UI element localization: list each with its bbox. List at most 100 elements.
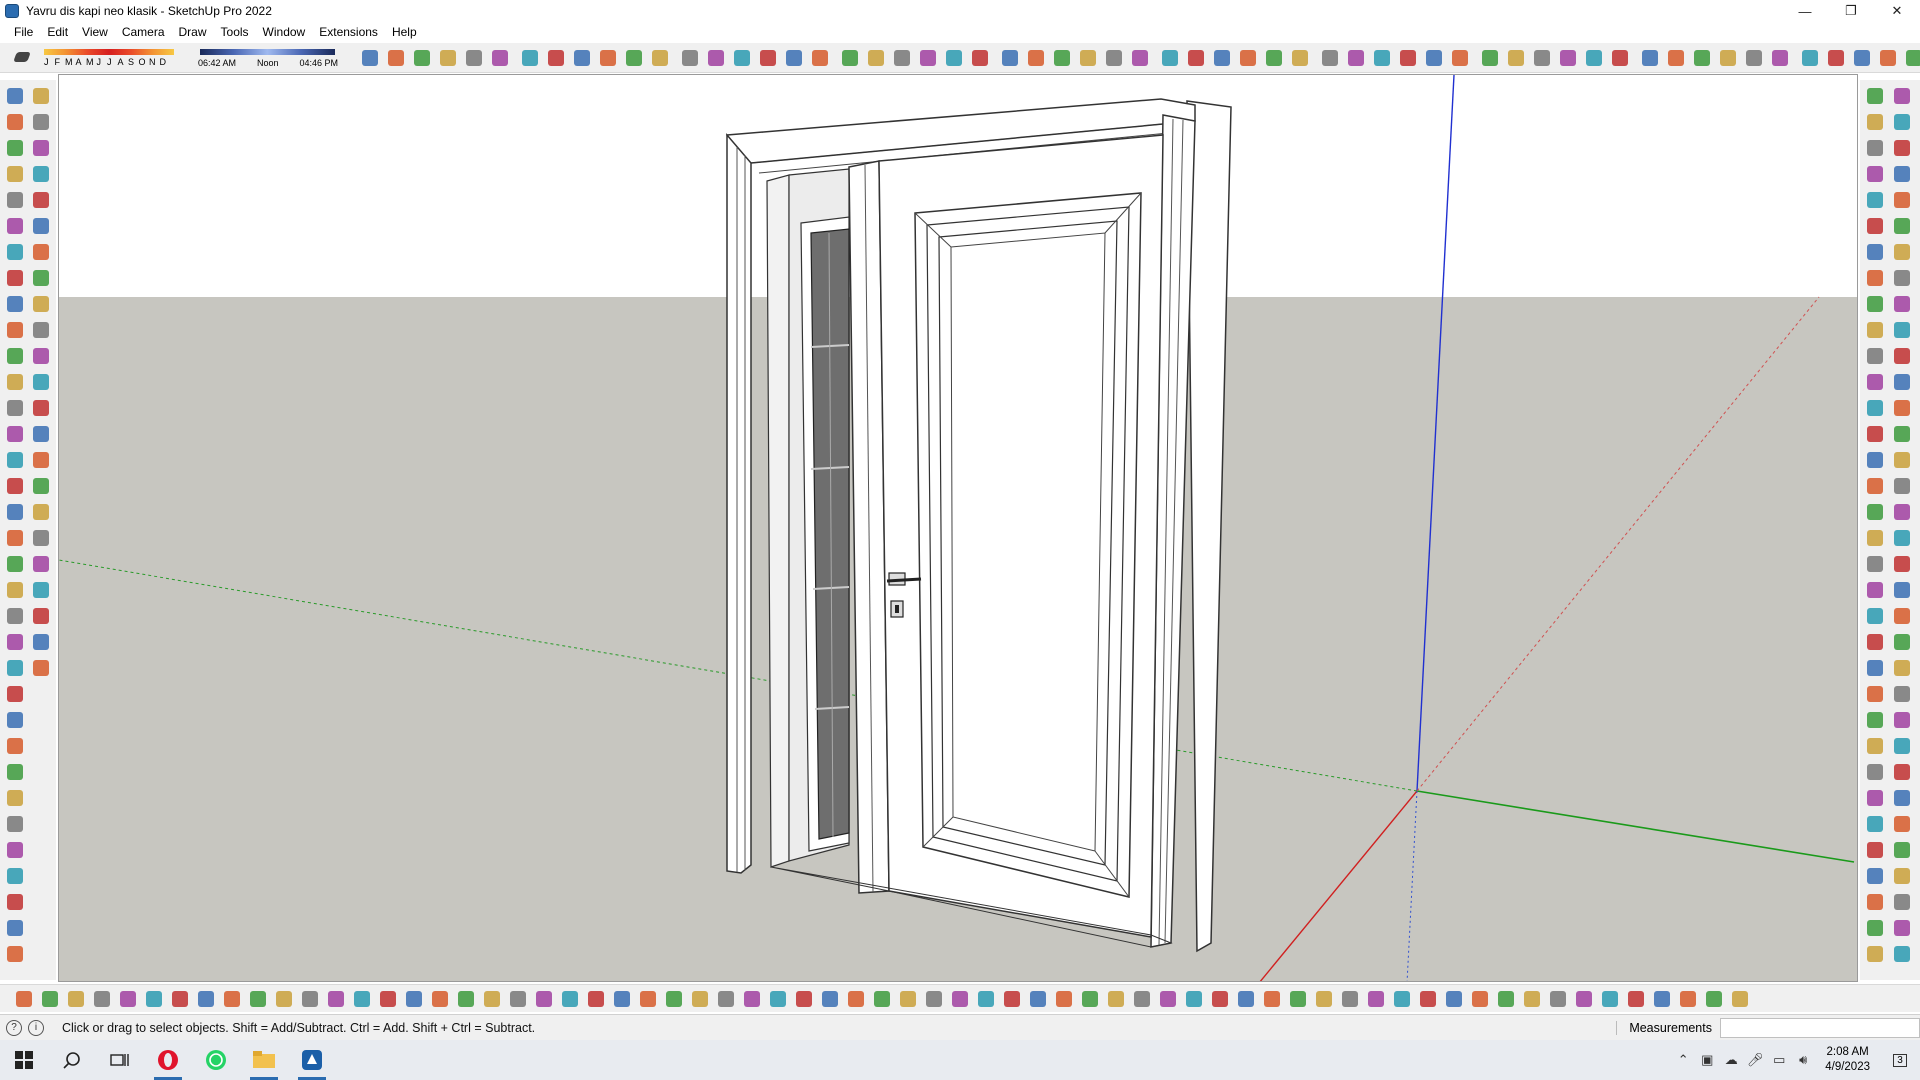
left-tool-3-a-icon[interactable] <box>5 164 25 184</box>
left-tool-14-a-icon[interactable] <box>5 450 25 470</box>
top-tool-13-icon[interactable] <box>706 48 726 68</box>
top-tool-5-icon[interactable] <box>490 48 510 68</box>
left-tool-11-b-icon[interactable] <box>31 372 51 392</box>
maximize-button[interactable]: ❐ <box>1828 0 1874 22</box>
bottom-tool-32-icon[interactable] <box>846 989 866 1009</box>
bottom-tool-58-icon[interactable] <box>1522 989 1542 1009</box>
bottom-tool-47-icon[interactable] <box>1236 989 1256 1009</box>
right-tool-24-b-icon[interactable] <box>1892 710 1912 730</box>
top-tool-48-icon[interactable] <box>1640 48 1660 68</box>
right-tool-14-b-icon[interactable] <box>1892 450 1912 470</box>
right-tool-4-b-icon[interactable] <box>1892 190 1912 210</box>
month-slider[interactable] <box>44 49 174 55</box>
top-tool-26-icon[interactable] <box>1052 48 1072 68</box>
geolocation-icon[interactable]: ? <box>6 1019 22 1036</box>
right-tool-13-a-icon[interactable] <box>1865 424 1885 444</box>
left-tool-26-a-icon[interactable] <box>5 762 25 782</box>
bottom-tool-16-icon[interactable] <box>430 989 450 1009</box>
bottom-tool-13-icon[interactable] <box>352 989 372 1009</box>
left-tool-19-a-icon[interactable] <box>5 580 25 600</box>
cloud-icon[interactable]: ☁ <box>1719 1040 1743 1080</box>
right-tool-33-b-icon[interactable] <box>1892 944 1912 964</box>
top-tool-21-icon[interactable] <box>918 48 938 68</box>
bottom-tool-57-icon[interactable] <box>1496 989 1516 1009</box>
bottom-tool-11-icon[interactable] <box>300 989 320 1009</box>
top-tool-37-icon[interactable] <box>1346 48 1366 68</box>
right-tool-15-b-icon[interactable] <box>1892 476 1912 496</box>
top-tool-6-icon[interactable] <box>520 48 540 68</box>
close-button[interactable]: ✕ <box>1874 0 1920 22</box>
right-tool-5-b-icon[interactable] <box>1892 216 1912 236</box>
left-tool-18-a-icon[interactable] <box>5 554 25 574</box>
top-tool-51-icon[interactable] <box>1718 48 1738 68</box>
left-tool-3-b-icon[interactable] <box>31 164 51 184</box>
left-tool-15-a-icon[interactable] <box>5 476 25 496</box>
right-tool-24-a-icon[interactable] <box>1865 710 1885 730</box>
right-tool-27-b-icon[interactable] <box>1892 788 1912 808</box>
right-tool-2-b-icon[interactable] <box>1892 138 1912 158</box>
right-tool-19-b-icon[interactable] <box>1892 580 1912 600</box>
right-tool-0-a-icon[interactable] <box>1865 86 1885 106</box>
top-tool-39-icon[interactable] <box>1398 48 1418 68</box>
top-tool-24-icon[interactable] <box>1000 48 1020 68</box>
right-tool-25-a-icon[interactable] <box>1865 736 1885 756</box>
left-tool-2-a-icon[interactable] <box>5 138 25 158</box>
top-tool-8-icon[interactable] <box>572 48 592 68</box>
bottom-tool-21-icon[interactable] <box>560 989 580 1009</box>
bottom-tool-45-icon[interactable] <box>1184 989 1204 1009</box>
menu-file[interactable]: File <box>7 22 40 43</box>
menu-draw[interactable]: Draw <box>172 22 214 43</box>
bottom-tool-55-icon[interactable] <box>1444 989 1464 1009</box>
bottom-tool-40-icon[interactable] <box>1054 989 1074 1009</box>
left-tool-22-b-icon[interactable] <box>31 658 51 678</box>
left-tool-1-b-icon[interactable] <box>31 112 51 132</box>
info-icon[interactable]: i <box>28 1019 44 1036</box>
top-tool-22-icon[interactable] <box>944 48 964 68</box>
bottom-tool-18-icon[interactable] <box>482 989 502 1009</box>
top-tool-42-icon[interactable] <box>1480 48 1500 68</box>
right-tool-23-b-icon[interactable] <box>1892 684 1912 704</box>
top-tool-20-icon[interactable] <box>892 48 912 68</box>
menu-extensions[interactable]: Extensions <box>312 22 385 43</box>
right-tool-8-b-icon[interactable] <box>1892 294 1912 314</box>
bottom-tool-12-icon[interactable] <box>326 989 346 1009</box>
right-tool-0-b-icon[interactable] <box>1892 86 1912 106</box>
top-tool-49-icon[interactable] <box>1666 48 1686 68</box>
bottom-tool-1-icon[interactable] <box>40 989 60 1009</box>
volume-icon[interactable]: 🔊︎ <box>1791 1040 1815 1080</box>
bottom-tool-9-icon[interactable] <box>248 989 268 1009</box>
top-tool-46-icon[interactable] <box>1584 48 1604 68</box>
left-tool-23-a-icon[interactable] <box>5 684 25 704</box>
top-tool-0-icon[interactable] <box>360 48 380 68</box>
left-tool-9-b-icon[interactable] <box>31 320 51 340</box>
right-tool-3-a-icon[interactable] <box>1865 164 1885 184</box>
top-tool-17-icon[interactable] <box>810 48 830 68</box>
device-icon[interactable]: ▣ <box>1695 1040 1719 1080</box>
left-tool-1-a-icon[interactable] <box>5 112 25 132</box>
top-tool-14-icon[interactable] <box>732 48 752 68</box>
top-tool-18-icon[interactable] <box>840 48 860 68</box>
left-tool-4-a-icon[interactable] <box>5 190 25 210</box>
system-clock[interactable]: 2:08 AM 4/9/2023 <box>1815 1045 1880 1075</box>
bottom-tool-41-icon[interactable] <box>1080 989 1100 1009</box>
top-tool-2-icon[interactable] <box>412 48 432 68</box>
right-tool-27-a-icon[interactable] <box>1865 788 1885 808</box>
left-tool-19-b-icon[interactable] <box>31 580 51 600</box>
whatsapp-icon[interactable] <box>192 1040 240 1080</box>
right-tool-21-b-icon[interactable] <box>1892 632 1912 652</box>
top-tool-15-icon[interactable] <box>758 48 778 68</box>
right-tool-18-a-icon[interactable] <box>1865 554 1885 574</box>
bottom-tool-65-icon[interactable] <box>1704 989 1724 1009</box>
network-icon[interactable]: ▭ <box>1767 1040 1791 1080</box>
right-tool-17-b-icon[interactable] <box>1892 528 1912 548</box>
model-viewport[interactable] <box>58 74 1858 982</box>
bottom-tool-33-icon[interactable] <box>872 989 892 1009</box>
bottom-tool-38-icon[interactable] <box>1002 989 1022 1009</box>
menu-tools[interactable]: Tools <box>214 22 256 43</box>
bottom-tool-51-icon[interactable] <box>1340 989 1360 1009</box>
task-view-icon[interactable] <box>96 1040 144 1080</box>
right-tool-8-a-icon[interactable] <box>1865 294 1885 314</box>
bottom-tool-48-icon[interactable] <box>1262 989 1282 1009</box>
top-tool-50-icon[interactable] <box>1692 48 1712 68</box>
bottom-tool-66-icon[interactable] <box>1730 989 1750 1009</box>
